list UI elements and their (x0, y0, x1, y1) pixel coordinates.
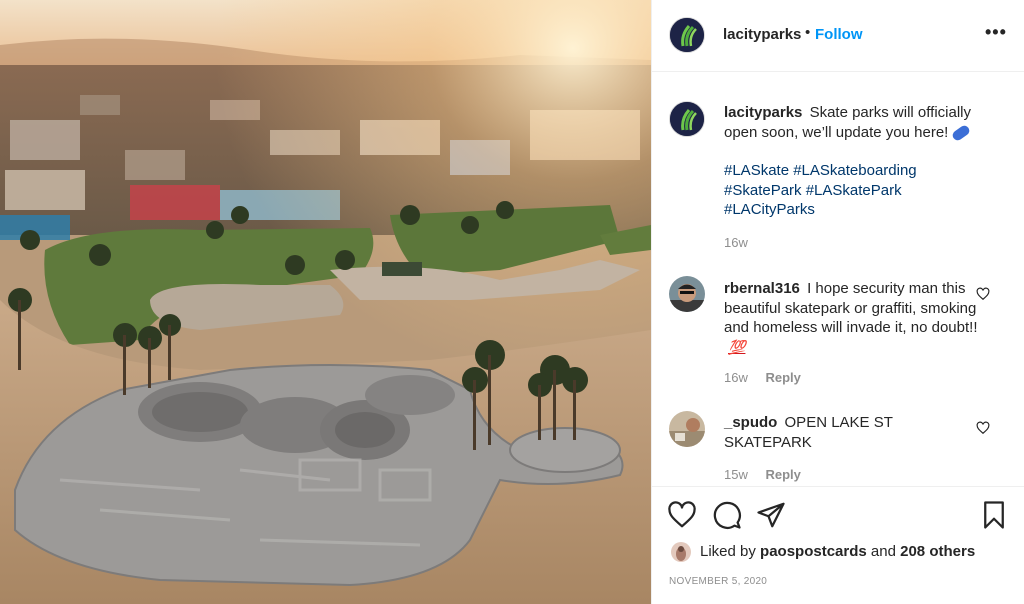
comment-time[interactable]: 15w (724, 467, 748, 482)
hundred-points-emoji: 💯 (728, 338, 746, 355)
rbernal316-avatar-photo (669, 276, 705, 312)
instagram-post: lacityparks • Follow ••• lacityparks Ska… (0, 0, 1024, 604)
separator-dot: • (805, 24, 811, 41)
comment-body: rbernal316 I hope security man this beau… (724, 279, 982, 357)
author-avatar[interactable] (669, 17, 705, 53)
hashtag-link[interactable]: #LACityParks (724, 201, 815, 218)
comment-time[interactable]: 16w (724, 370, 748, 385)
paospostcards-avatar-photo (671, 542, 691, 562)
lacityparks-logo (670, 102, 704, 136)
caption-author-avatar[interactable] (669, 101, 705, 137)
likes-summary: Liked by paospostcards and 208 others (669, 541, 1009, 563)
likes-text: Liked by paospostcards and 208 others (700, 543, 975, 560)
like-comment-heart-icon[interactable] (976, 287, 990, 301)
post-actions (652, 500, 1024, 536)
heart-icon[interactable] (667, 500, 697, 530)
commenter-avatar[interactable] (669, 411, 705, 447)
reply-button[interactable]: Reply (765, 467, 800, 482)
comments-section: lacityparks Skate parks will officially … (652, 73, 1024, 487)
comment-username[interactable]: rbernal316 (724, 280, 800, 297)
hashtag-link[interactable]: #SkatePark (724, 182, 802, 199)
more-options-icon[interactable]: ••• (985, 22, 1007, 43)
liker-avatar[interactable] (671, 542, 691, 562)
bookmark-icon[interactable] (979, 500, 1009, 530)
post-photo[interactable] (0, 0, 651, 604)
follow-button[interactable]: Follow (815, 26, 863, 43)
likes-conjunction: and (870, 543, 896, 560)
skateboard-emoji-icon (951, 123, 972, 142)
comment-username[interactable]: _spudo (724, 414, 777, 431)
comment-meta: 16w Reply (724, 370, 801, 385)
hashtag-link[interactable]: #LASkatePark (806, 182, 902, 199)
hashtag-link[interactable]: #LASkate (724, 162, 789, 179)
share-icon[interactable] (756, 500, 786, 530)
comment-body: _spudo OPEN LAKE ST SKATEPARK (724, 413, 982, 452)
post-side-panel: lacityparks • Follow ••• lacityparks Ska… (651, 0, 1024, 604)
caption-username[interactable]: lacityparks (724, 104, 802, 121)
liker-username[interactable]: paospostcards (760, 543, 867, 560)
spudo-avatar-photo (669, 411, 705, 447)
comment-meta: 15w Reply (724, 467, 801, 482)
caption: lacityparks Skate parks will officially … (724, 103, 994, 220)
commenter-avatar[interactable] (669, 276, 705, 312)
lacityparks-logo (670, 18, 704, 52)
post-header: lacityparks • Follow ••• (652, 0, 1024, 72)
likes-others-link[interactable]: 208 others (900, 543, 975, 560)
caption-meta: 16w (724, 235, 748, 250)
caption-time[interactable]: 16w (724, 235, 748, 250)
caption-hashtags: #LASkate #LASkateboarding #SkatePark #LA… (724, 161, 994, 220)
comment-icon[interactable] (712, 500, 742, 530)
hashtag-link[interactable]: #LASkateboarding (793, 162, 916, 179)
liked-by-label: Liked by (700, 543, 756, 560)
post-date[interactable]: NOVEMBER 5, 2020 (669, 576, 767, 587)
skatepark-aerial-image (0, 0, 651, 604)
reply-button[interactable]: Reply (765, 370, 800, 385)
author-username[interactable]: lacityparks (723, 26, 801, 43)
like-comment-heart-icon[interactable] (976, 421, 990, 435)
